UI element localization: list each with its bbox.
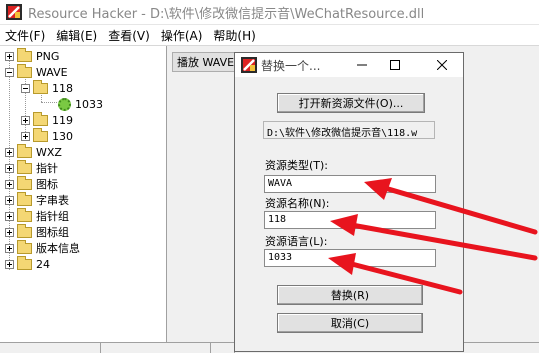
tree-item-label: PNG xyxy=(36,49,60,63)
resource-gear-icon xyxy=(58,97,71,111)
tree-item-label: WAVE xyxy=(36,65,68,79)
resource-language-label: 资源语言(L): xyxy=(265,235,328,248)
folder-icon xyxy=(17,223,32,238)
folder-icon xyxy=(17,159,32,174)
folder-icon xyxy=(17,207,32,222)
expand-plus-icon[interactable] xyxy=(5,227,14,237)
dialog-title-bar[interactable]: 替换一个... xyxy=(235,53,463,77)
menu-action[interactable]: 操作(A) xyxy=(156,27,209,44)
resource-language-input[interactable]: 1033 xyxy=(264,249,436,267)
minimize-button[interactable] xyxy=(353,57,371,73)
window-title: Resource Hacker - D:\软件\修改微信提示音\WeChatRe… xyxy=(28,6,425,22)
collapse-minus-icon[interactable] xyxy=(5,67,14,77)
app-title-bar: Resource Hacker - D:\软件\修改微信提示音\WeChatRe… xyxy=(0,0,539,25)
expand-plus-icon[interactable] xyxy=(5,243,14,253)
tree-item-119[interactable]: 119 xyxy=(21,111,73,128)
play-wave-button[interactable]: 播放 WAVE xyxy=(172,52,238,72)
tree-item-label: 指针 xyxy=(36,162,58,175)
maximize-button[interactable] xyxy=(386,57,404,73)
menu-file[interactable]: 文件(F) xyxy=(0,27,51,44)
expand-plus-icon[interactable] xyxy=(5,259,14,269)
expand-plus-icon[interactable] xyxy=(5,163,14,173)
tree-item-label: 版本信息 xyxy=(36,242,80,255)
tree-item-label: 1033 xyxy=(75,97,103,111)
folder-icon xyxy=(17,239,32,254)
tree-item-version-info[interactable]: 版本信息 xyxy=(5,239,80,256)
resource-tree[interactable]: PNG WAVE 118 1033 119 130 WXZ 指针 图标 字串表 … xyxy=(0,46,167,342)
tree-item-label: 130 xyxy=(52,129,73,143)
expand-plus-icon[interactable] xyxy=(5,211,14,221)
expand-plus-icon[interactable] xyxy=(5,195,14,205)
tree-item-label: WXZ xyxy=(36,145,62,159)
tree-item-wave[interactable]: WAVE xyxy=(5,63,68,80)
collapse-minus-icon[interactable] xyxy=(21,83,30,93)
tree-item-label: 图标组 xyxy=(36,226,69,239)
tree-item-icon-group[interactable]: 图标组 xyxy=(5,223,69,240)
resource-hacker-logo-icon xyxy=(6,4,22,20)
close-button[interactable] xyxy=(433,57,451,73)
expand-plus-icon[interactable] xyxy=(5,51,14,61)
close-icon xyxy=(437,60,447,70)
tree-item-24[interactable]: 24 xyxy=(5,255,50,272)
folder-open-icon xyxy=(17,63,32,78)
menu-view[interactable]: 查看(V) xyxy=(103,27,156,44)
tree-item-string-table[interactable]: 字串表 xyxy=(5,191,69,208)
file-path-field: D:\软件\修改微信提示音\118.w xyxy=(263,121,435,139)
tree-item-png[interactable]: PNG xyxy=(5,47,60,64)
menu-help[interactable]: 帮助(H) xyxy=(208,27,261,44)
expand-plus-icon[interactable] xyxy=(5,179,14,189)
tree-item-label: 图标 xyxy=(36,178,58,191)
resource-name-label: 资源名称(N): xyxy=(265,197,330,210)
menu-bar: 文件(F) 编辑(E) 查看(V) 操作(A) 帮助(H) xyxy=(0,25,539,46)
open-resource-file-button[interactable]: 打开新资源文件(O)... xyxy=(277,93,425,113)
folder-icon xyxy=(33,111,48,126)
folder-icon xyxy=(17,47,32,62)
tree-item-wxz[interactable]: WXZ xyxy=(5,143,62,160)
tree-item-label: 119 xyxy=(52,113,73,127)
maximize-icon xyxy=(390,60,400,70)
folder-open-icon xyxy=(33,79,48,94)
replace-button[interactable]: 替换(R) xyxy=(277,285,423,305)
tree-item-cursor-group[interactable]: 指针组 xyxy=(5,207,69,224)
dialog-title: 替换一个... xyxy=(261,58,321,73)
tree-guide-line xyxy=(41,102,57,103)
minimize-icon xyxy=(357,64,367,66)
tree-item-cursor[interactable]: 指针 xyxy=(5,159,58,176)
tree-item-label: 118 xyxy=(52,81,73,95)
expand-plus-icon[interactable] xyxy=(21,131,30,141)
resource-hacker-logo-icon xyxy=(241,57,257,73)
cancel-button[interactable]: 取消(C) xyxy=(277,313,423,333)
resource-type-label: 资源类型(T): xyxy=(265,159,329,172)
tree-item-icon[interactable]: 图标 xyxy=(5,175,58,192)
expand-plus-icon[interactable] xyxy=(21,115,30,125)
resource-name-input[interactable]: 118 xyxy=(264,211,436,229)
tree-item-1033[interactable]: 1033 xyxy=(58,96,103,112)
tree-item-118[interactable]: 118 xyxy=(21,79,73,96)
folder-icon xyxy=(17,143,32,158)
resource-type-input[interactable]: WAVA xyxy=(264,175,436,193)
folder-icon xyxy=(17,175,32,190)
folder-icon xyxy=(33,127,48,142)
replace-resource-dialog: 替换一个... 打开新资源文件(O)... D:\软件\修改微信提示音\118.… xyxy=(234,52,464,352)
expand-plus-icon[interactable] xyxy=(5,147,14,157)
folder-icon xyxy=(17,191,32,206)
tree-item-label: 字串表 xyxy=(36,194,69,207)
tree-item-130[interactable]: 130 xyxy=(21,127,73,144)
menu-edit[interactable]: 编辑(E) xyxy=(51,27,103,44)
tree-item-label: 指针组 xyxy=(36,210,69,223)
folder-icon xyxy=(17,255,32,270)
tree-item-label: 24 xyxy=(36,257,50,271)
